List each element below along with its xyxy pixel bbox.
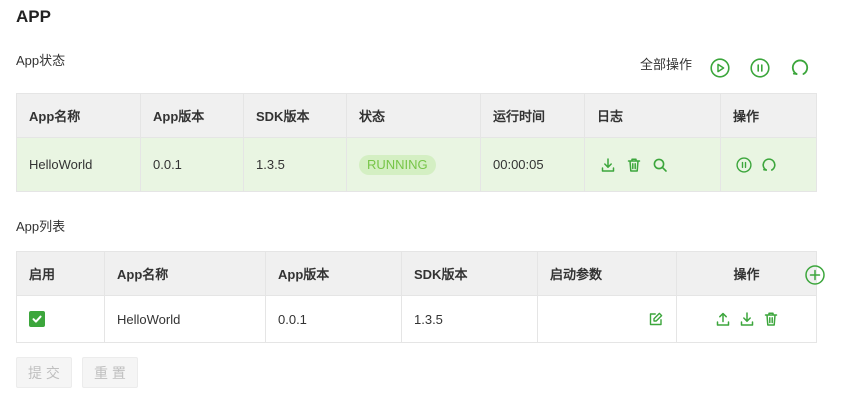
app-version: 0.0.1: [265, 295, 402, 343]
reset-button[interactable]: 重 置: [82, 357, 138, 388]
status-cell: RUNNING: [346, 137, 481, 192]
table-row: HelloWorld 0.0.1 1.3.5: [16, 295, 817, 343]
uptime: 00:00:05: [480, 137, 585, 192]
row-actions-cell: [676, 295, 817, 343]
sdk-version: 1.3.5: [243, 137, 347, 192]
col-uptime: 运行时间: [480, 93, 585, 138]
app-name: HelloWorld: [104, 295, 266, 343]
row-actions-cell: [720, 137, 817, 192]
download-icon[interactable]: [739, 311, 755, 327]
col-log: 日志: [584, 93, 721, 138]
bulk-actions-label: 全部操作: [640, 57, 693, 72]
pause-circle-icon[interactable]: [736, 156, 752, 173]
col-app-name: App名称: [104, 251, 266, 296]
pause-all-icon[interactable]: [750, 58, 770, 78]
col-enabled: 启用: [16, 251, 105, 296]
upload-icon[interactable]: [715, 311, 731, 327]
col-app-version: App版本: [265, 251, 402, 296]
col-sdk-version: SDK版本: [401, 251, 538, 296]
col-actions: 操作: [676, 251, 817, 296]
add-app-icon[interactable]: [805, 265, 825, 285]
page-title: APP: [16, 7, 51, 26]
refresh-icon[interactable]: [761, 157, 777, 173]
status-table-wrapper: App名称 App版本 SDK版本 状态 运行时间 日志 操作 HelloWor…: [16, 93, 817, 192]
refresh-all-icon[interactable]: [790, 58, 810, 78]
status-badge: RUNNING: [359, 154, 436, 175]
submit-button[interactable]: 提 交: [16, 357, 72, 388]
app-version: 0.0.1: [140, 137, 244, 192]
status-table: App名称 App版本 SDK版本 状态 运行时间 日志 操作 HelloWor…: [16, 93, 817, 192]
enabled-cell: [16, 295, 105, 343]
col-actions: 操作: [720, 93, 817, 138]
sdk-version: 1.3.5: [401, 295, 538, 343]
edit-icon[interactable]: [648, 311, 664, 327]
log-actions-cell: [584, 137, 721, 192]
col-launch-params: 启动参数: [537, 251, 677, 296]
col-app-name: App名称: [16, 93, 141, 138]
app-name: HelloWorld: [16, 137, 141, 192]
col-sdk-version: SDK版本: [243, 93, 347, 138]
table-row: HelloWorld 0.0.1 1.3.5 RUNNING 00:00:05: [16, 137, 817, 192]
download-log-icon[interactable]: [600, 157, 616, 173]
trash-icon[interactable]: [763, 311, 779, 327]
delete-log-icon[interactable]: [626, 157, 642, 173]
search-log-icon[interactable]: [652, 157, 668, 173]
list-section-title: App列表: [16, 219, 66, 234]
list-table-header: 启用 App名称 App版本 SDK版本 启动参数 操作: [16, 251, 817, 296]
status-table-header: App名称 App版本 SDK版本 状态 运行时间 日志 操作: [16, 93, 817, 138]
col-app-version: App版本: [140, 93, 244, 138]
enabled-checkbox[interactable]: [29, 311, 45, 327]
play-all-icon[interactable]: [710, 58, 730, 78]
col-status: 状态: [346, 93, 481, 138]
launch-params-cell: [537, 295, 677, 343]
list-table-wrapper: 启用 App名称 App版本 SDK版本 启动参数 操作 HelloWorld: [16, 251, 817, 343]
status-section-title: App状态: [16, 53, 66, 68]
app-list-table: 启用 App名称 App版本 SDK版本 启动参数 操作 HelloWorld: [16, 251, 817, 343]
